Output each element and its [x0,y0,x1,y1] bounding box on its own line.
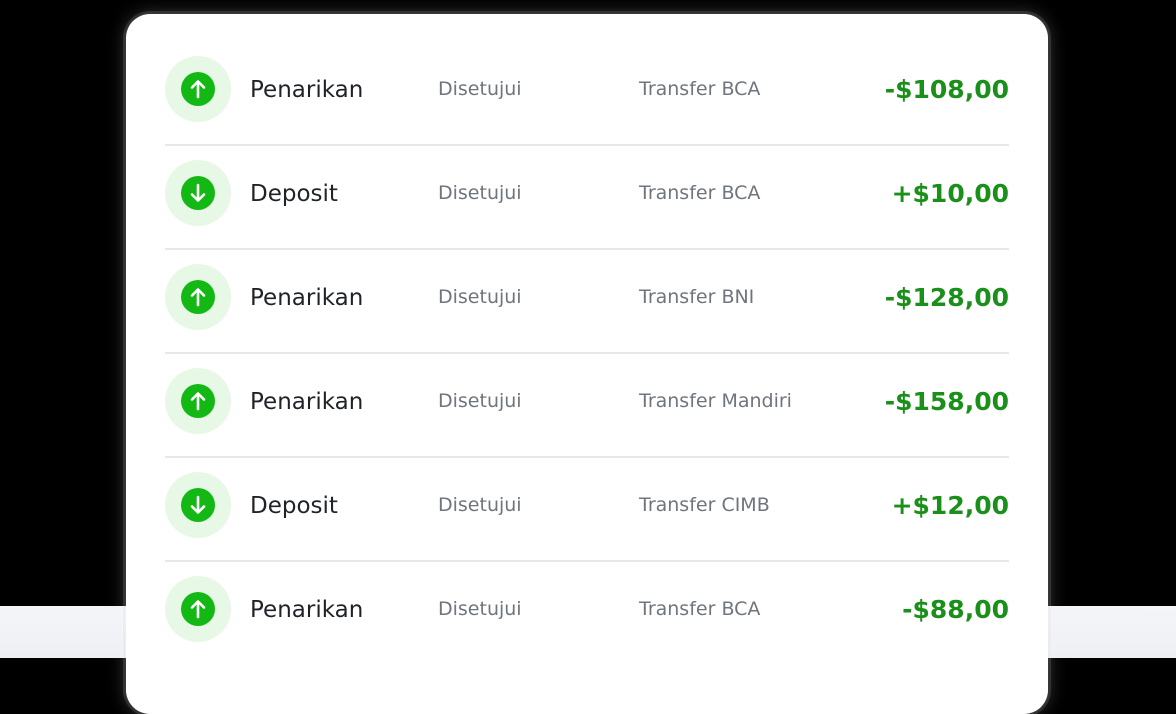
transaction-amount: +$12,00 [891,491,1009,520]
transaction-row[interactable]: Penarikan Disetujui Transfer BNI -$128,0… [165,250,1009,354]
transaction-row[interactable]: Deposit Disetujui Transfer BCA +$10,00 [165,146,1009,250]
transaction-status: Disetujui [438,390,522,412]
transaction-row[interactable]: Penarikan Disetujui Transfer BCA -$108,0… [165,42,1009,146]
transaction-method: Transfer BCA [639,182,761,204]
transaction-status: Disetujui [438,182,522,204]
transaction-row[interactable]: Penarikan Disetujui Transfer BCA -$88,00 [165,562,1009,666]
transaction-row[interactable]: Deposit Disetujui Transfer CIMB +$12,00 [165,458,1009,562]
transaction-icon-badge [165,264,231,330]
transaction-amount: -$108,00 [884,75,1009,104]
transaction-icon-badge [165,56,231,122]
transaction-method: Transfer BCA [639,78,761,100]
transaction-type: Deposit [250,493,338,519]
transaction-row[interactable]: Penarikan Disetujui Transfer Mandiri -$1… [165,354,1009,458]
transaction-status: Disetujui [438,78,522,100]
arrow-up-icon [181,592,215,626]
transaction-type: Penarikan [250,77,364,103]
transaction-icon-badge [165,576,231,642]
transaction-method: Transfer BCA [639,598,761,620]
arrow-up-icon [181,72,215,106]
transaction-amount: -$158,00 [884,387,1009,416]
transaction-type: Penarikan [250,597,364,623]
transaction-amount: +$10,00 [891,179,1009,208]
arrow-down-icon [181,176,215,210]
transaction-amount: -$128,00 [884,283,1009,312]
transaction-amount: -$88,00 [902,595,1009,624]
transaction-method: Transfer BNI [639,286,755,308]
transaction-method: Transfer Mandiri [639,390,792,412]
transaction-type: Deposit [250,181,338,207]
arrow-down-icon [181,488,215,522]
transaction-status: Disetujui [438,598,522,620]
arrow-up-icon [181,280,215,314]
transaction-type: Penarikan [250,389,364,415]
transaction-list-card: Penarikan Disetujui Transfer BCA -$108,0… [126,14,1048,714]
transaction-status: Disetujui [438,494,522,516]
transaction-type: Penarikan [250,285,364,311]
transaction-method: Transfer CIMB [639,494,770,516]
transaction-status: Disetujui [438,286,522,308]
arrow-up-icon [181,384,215,418]
transaction-icon-badge [165,368,231,434]
transaction-icon-badge [165,472,231,538]
transaction-icon-badge [165,160,231,226]
